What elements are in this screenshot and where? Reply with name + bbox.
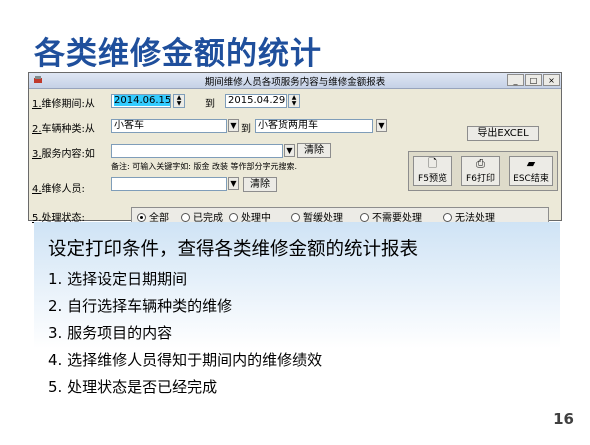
vehicle-to-dropdown[interactable]: ▼	[376, 119, 387, 132]
content-box: 设定打印条件，查得各类维修金额的统计报表 1. 选择设定日期期间 2. 自行选择…	[34, 222, 560, 403]
close-button[interactable]: ×	[543, 74, 560, 86]
service-field[interactable]	[111, 144, 283, 158]
exit-icon: ▰	[526, 157, 536, 170]
period-from-spinner[interactable]: ▲ ▼	[173, 94, 185, 108]
preview-icon: 🗋	[428, 157, 437, 170]
maximize-button[interactable]: □	[525, 74, 542, 86]
list-item: 3. 服务项目的内容	[48, 324, 173, 342]
exit-button[interactable]: ▰ ESC结束	[509, 156, 553, 186]
preview-button[interactable]: 🗋 F5预览	[413, 156, 452, 186]
vehicle-label: 2.车辆种类:从	[32, 124, 95, 135]
service-dropdown[interactable]: ▼	[284, 144, 295, 157]
printer-icon: ⎙	[476, 157, 485, 170]
service-clear-button[interactable]: 清除	[297, 143, 331, 158]
service-label: 3.服务内容:如	[32, 149, 95, 160]
list-item: 4. 选择维修人员得知于期间内的维修绩效	[48, 351, 323, 369]
minimize-button[interactable]: _	[507, 74, 524, 86]
content-heading: 设定打印条件，查得各类维修金额的统计报表	[48, 239, 419, 260]
staff-field[interactable]	[111, 177, 227, 191]
service-note: 备注: 可输入关键字如: 版金 改装 等作部分字元搜索.	[111, 162, 298, 171]
vehicle-from-dropdown[interactable]: ▼	[228, 119, 239, 132]
staff-clear-button[interactable]: 清除	[243, 177, 277, 192]
period-to-field[interactable]: 2015.04.29	[225, 94, 287, 108]
period-from-field[interactable]: 2014.06.15	[111, 94, 171, 108]
page-number: 16	[553, 410, 574, 428]
dialog-titlebar: 期间维修人员各项服务内容与维修金额报表 _ □ ×	[29, 73, 561, 89]
print-button[interactable]: ⎙ F6打印	[461, 156, 500, 186]
slide-title: 各类维修金额的统计	[34, 36, 322, 72]
period-label: 1.维修期间:从	[32, 99, 95, 110]
staff-dropdown[interactable]: ▼	[228, 177, 239, 190]
vehicle-to-label: 到	[241, 124, 251, 135]
period-to-label: 到	[205, 99, 215, 110]
list-item: 2. 自行选择车辆种类的维修	[48, 297, 233, 315]
vehicle-from-field[interactable]: 小客车	[111, 119, 227, 133]
vehicle-to-field[interactable]: 小客货两用车	[255, 119, 373, 133]
period-to-spinner[interactable]: ▲ ▼	[288, 94, 300, 108]
toolbar-panel: 🗋 F5预览 ⎙ F6打印 ▰ ESC结束	[408, 151, 558, 191]
staff-label: 4.维修人员:	[32, 184, 85, 195]
list-item: 1. 选择设定日期期间	[48, 270, 188, 288]
dialog-title: 期间维修人员各项服务内容与维修金额报表	[204, 77, 386, 88]
export-excel-button[interactable]: 导出EXCEL	[467, 126, 539, 141]
list-item: 5. 处理状态是否已经完成	[48, 378, 218, 396]
report-dialog: 期间维修人员各项服务内容与维修金额报表 _ □ × 1.维修期间:从 2014.…	[28, 72, 562, 224]
